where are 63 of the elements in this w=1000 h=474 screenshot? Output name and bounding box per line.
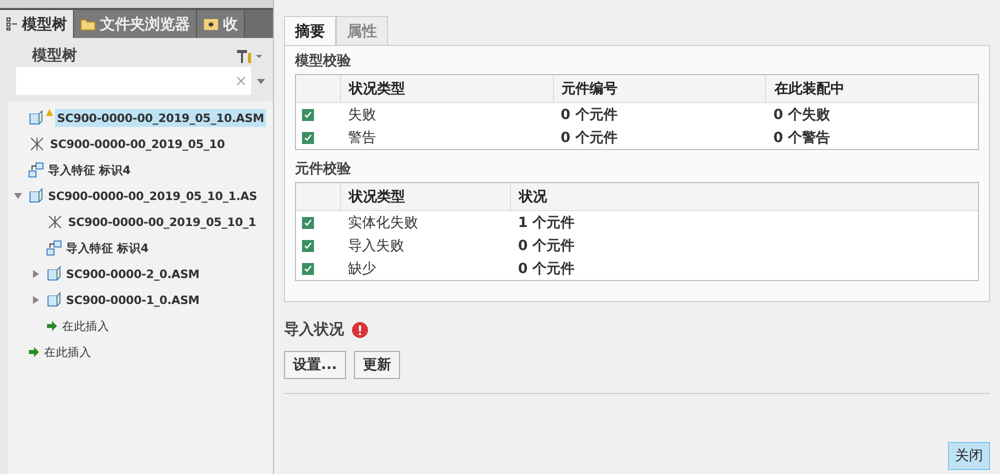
panel-title: 模型树 [32, 46, 77, 65]
checkbox[interactable] [302, 216, 314, 228]
column-header: 状况类型 [340, 183, 510, 210]
section-title: 模型校验 [295, 52, 352, 70]
table-cell-text: 缺少 [347, 260, 377, 278]
table-cell-text: 1 个元件 [517, 214, 576, 232]
arrow-icon [28, 346, 40, 358]
table-cell-text: 0 个元件 [517, 260, 576, 278]
tree-item[interactable]: 导入特征 标识4 [46, 160, 132, 180]
cube-icon [46, 292, 62, 308]
panel-tab[interactable]: 模型树 [0, 10, 74, 38]
tree-icon [6, 17, 18, 31]
tree-item[interactable]: SC900-0000-1_0.ASM [64, 291, 202, 309]
star-folder-icon [203, 17, 219, 31]
dropdown-caret-icon[interactable] [257, 78, 265, 84]
search-field[interactable] [16, 67, 251, 95]
checkbox[interactable] [302, 132, 314, 144]
cube-icon [28, 188, 44, 204]
table-cell-text: 0 个元件 [517, 236, 576, 254]
table-cell-text: 0 个警告 [772, 128, 831, 146]
section-title: 元件校验 [295, 160, 352, 178]
tree-item[interactable]: 在此插入 [60, 316, 112, 336]
tree-item[interactable]: SC900-0000-00_2019_05_10_1 [66, 213, 258, 231]
expand-toggle-icon[interactable] [32, 296, 40, 304]
coordinate-system-icon [46, 214, 64, 230]
expand-toggle-icon[interactable] [32, 270, 40, 278]
coordinate-system-icon [28, 136, 46, 152]
dialog-button[interactable]: 设置... [284, 351, 346, 379]
checkbox[interactable] [302, 108, 314, 120]
table-cell-text: 0 个元件 [560, 106, 618, 124]
tree-item[interactable]: SC900-0000-00_2019_05_10_1.AS [46, 187, 260, 205]
table-cell-text: 0 个失败 [772, 106, 831, 124]
arrow-icon [46, 320, 58, 332]
checkbox[interactable] [302, 262, 314, 274]
import-feature-icon [28, 162, 44, 178]
checkbox[interactable] [302, 240, 314, 252]
table-cell-text: 导入失败 [347, 236, 405, 254]
table-cell-text: 实体化失败 [347, 214, 419, 232]
import-feature-icon [46, 240, 62, 256]
cube-icon [28, 110, 44, 126]
tree-item[interactable]: SC900-0000-2_0.ASM [64, 265, 202, 283]
collapse-toggle-icon[interactable] [14, 192, 22, 200]
tree-item[interactable]: SC900-0000-00_2019_05_10.ASM [55, 109, 266, 127]
dialog-button[interactable]: 更新 [354, 351, 400, 379]
tools-icon[interactable] [235, 48, 263, 64]
tree-item[interactable]: SC900-0000-00_2019_05_10 [48, 135, 227, 153]
panel-tab[interactable]: 收 [197, 10, 245, 38]
panel-tab[interactable]: 文件夹浏览器 [74, 10, 197, 38]
dialog-tab[interactable]: 摘要 [284, 16, 336, 46]
column-header: 状况 [510, 183, 978, 210]
tree-item[interactable]: 在此插入 [42, 342, 94, 362]
table-cell-text: 警告 [347, 128, 377, 146]
table-cell-text: 失败 [347, 106, 377, 124]
folder-icon [80, 17, 96, 31]
cube-icon [46, 266, 62, 282]
clear-icon[interactable] [237, 77, 245, 85]
tree-item[interactable]: 导入特征 标识4 [64, 238, 150, 258]
import-status-label: 导入状况 [284, 320, 344, 339]
table-cell-text: 0 个元件 [560, 128, 618, 146]
close-button[interactable]: 关闭 [948, 442, 990, 470]
column-header: 状况类型 [340, 75, 553, 102]
column-header: 在此装配中 [765, 75, 978, 102]
column-header: 元件编号 [552, 75, 766, 102]
